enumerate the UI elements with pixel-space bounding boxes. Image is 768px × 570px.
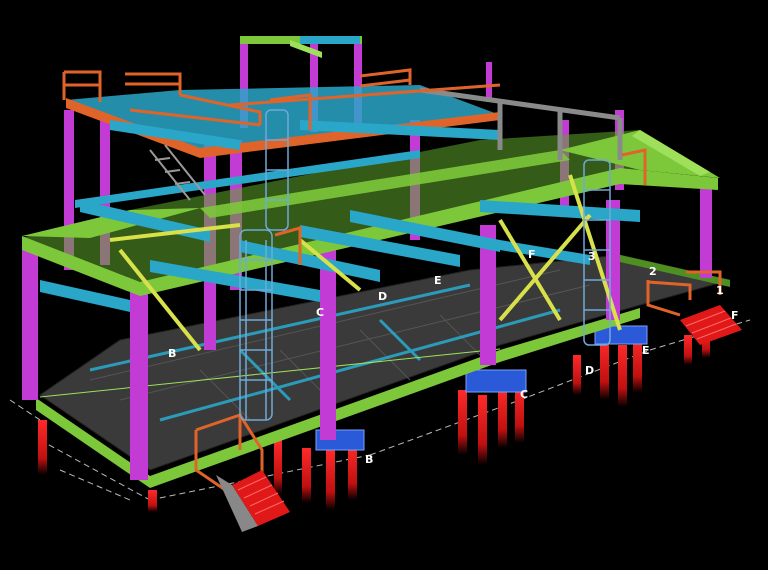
structural-steel-model: B B C C D D E E F F 1 2 3 [0,0,768,570]
label-b-front: B [365,453,373,466]
label-b-deck: B [168,347,176,360]
label-2: 2 [649,265,657,278]
column-a1 [22,250,38,400]
pile-group-d [573,355,581,395]
column-top-right [486,62,492,102]
label-d-deck: D [378,290,387,303]
base-plate-c [465,369,527,393]
label-3: 3 [588,250,596,263]
label-c-deck: C [316,306,324,319]
label-f-front: F [731,309,739,322]
label-e-front: E [642,344,650,357]
label-c-front: C [520,388,528,401]
label-1: 1 [716,284,724,297]
label-d-front: D [585,364,594,377]
column-b1 [130,290,148,480]
label-e-deck: E [434,274,442,287]
label-f-deck: F [528,248,536,261]
column-f1 [700,178,712,278]
